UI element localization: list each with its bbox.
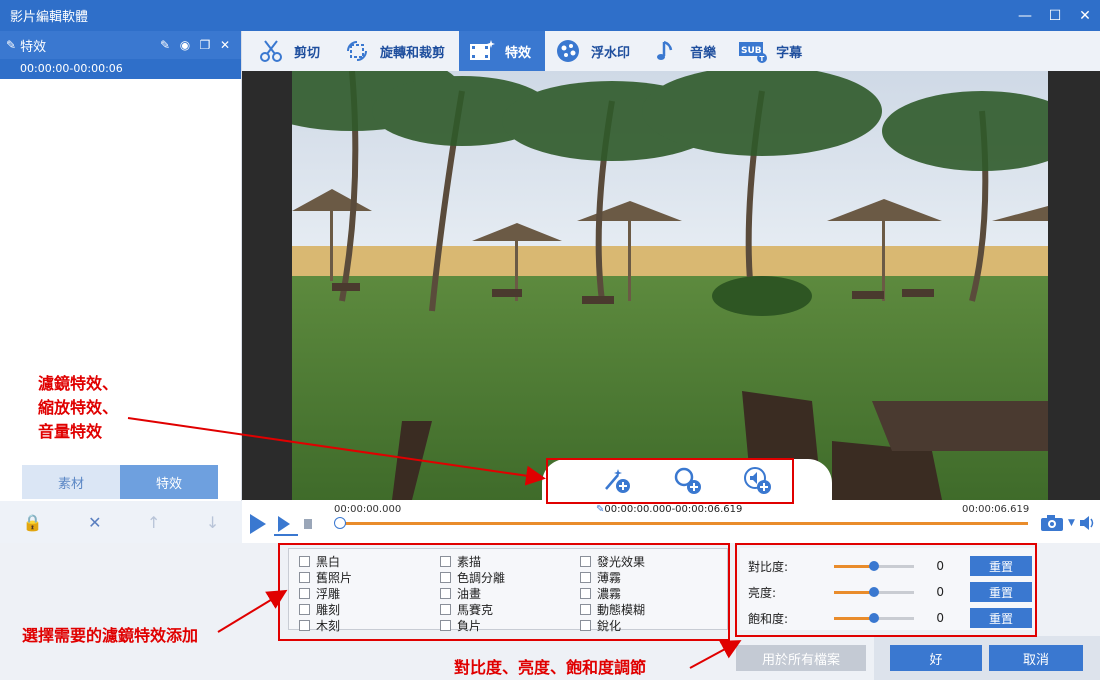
effects-list-header: ✎ 特效 ✎ ◉ ❐ ✕ [0, 31, 241, 59]
tab-bar: 剪切 旋轉和裁剪 特效 浮水印 音樂 SUB T 字幕 [242, 31, 1100, 71]
lock-icon[interactable]: 🔒 [23, 513, 43, 532]
filters-annotation: 選擇需要的濾鏡特效添加 [22, 626, 199, 645]
move-down-icon[interactable]: ↓ [206, 513, 219, 532]
tab-music[interactable]: 音樂 [644, 31, 730, 71]
cancel-button[interactable]: 取消 [989, 645, 1083, 671]
timeline-range[interactable]: ✎00:00:00.000-00:00:06.619 [596, 504, 742, 515]
stop-icon [304, 519, 312, 529]
magic-wand-icon: ✎ [6, 38, 17, 52]
ok-button[interactable]: 好 [890, 645, 982, 671]
video-frame [292, 71, 1048, 500]
rotate-crop-icon [342, 36, 372, 66]
tab-cut[interactable]: 剪切 [248, 31, 334, 71]
effects-list-title: 特效 [20, 39, 47, 55]
edit-icon[interactable]: ✎ [155, 38, 175, 52]
effects-annotation-line1: 濾鏡特效、 [38, 374, 119, 393]
timeline-progress-bar[interactable] [338, 522, 1028, 525]
tab-effects-top[interactable]: 特效 [459, 31, 546, 71]
camera-icon[interactable] [1040, 514, 1064, 532]
subtitle-icon: SUB T [738, 36, 768, 66]
tab-material[interactable]: 素材 [22, 465, 120, 499]
snapshot-volume-controls: ▼ [1040, 514, 1097, 532]
camera-dropdown-icon[interactable]: ▼ [1068, 518, 1075, 528]
tab-watermark-label: 浮水印 [591, 45, 631, 61]
effects-annotation-line2: 縮放特效、 [38, 398, 119, 417]
eye-icon[interactable]: ◉ [175, 38, 195, 52]
playback-controls [250, 514, 312, 536]
remove-icon[interactable]: ✕ [88, 513, 101, 532]
left-toolbar: 🔒 ✕ ↑ ↓ [0, 501, 242, 543]
delete-icon[interactable]: ✕ [215, 38, 235, 52]
effects-icon [467, 36, 497, 66]
effects-highlight-box [546, 458, 794, 504]
maximize-icon[interactable]: ☐ [1040, 0, 1070, 31]
tab-watermark[interactable]: 浮水印 [545, 31, 644, 71]
adjust-highlight-box [735, 543, 1037, 637]
video-preview-area [242, 71, 1100, 501]
adjust-annotation: 對比度、亮度、飽和度調節 [454, 658, 647, 677]
timeline-end: 00:00:06.619 [962, 504, 1030, 515]
effects-annotation: 濾鏡特效、 縮放特效、 音量特效 [38, 372, 118, 444]
tab-effects[interactable]: 特效 [120, 465, 218, 499]
apply-to-all-button[interactable]: 用於所有檔案 [736, 645, 866, 671]
close-icon[interactable]: ✕ [1070, 0, 1100, 31]
tab-subtitle[interactable]: SUB T 字幕 [730, 31, 816, 71]
move-up-icon[interactable]: ↑ [147, 513, 160, 532]
effect-item[interactable]: 00:00:00-00:00:06 [0, 59, 241, 79]
watermark-icon [553, 36, 583, 66]
play-selection-icon [278, 516, 290, 532]
copy-icon[interactable]: ❐ [195, 38, 215, 52]
minimize-icon[interactable]: — [1010, 0, 1040, 31]
window-title: 影片編輯軟體 [10, 10, 89, 25]
volume-icon[interactable] [1079, 515, 1097, 531]
tab-subtitle-label: 字幕 [776, 45, 803, 61]
filters-highlight-box [278, 543, 730, 641]
effects-annotation-line3: 音量特效 [38, 422, 103, 441]
tab-effects-label: 特效 [505, 45, 532, 61]
play-icon [250, 514, 266, 534]
left-tabs: 素材 特效 [22, 465, 218, 499]
svg-text:T: T [760, 55, 765, 63]
title-bar: 影片編輯軟體 — ☐ ✕ [0, 0, 1100, 31]
timeline-handle[interactable] [334, 517, 346, 529]
tab-music-label: 音樂 [690, 45, 717, 61]
left-panel: ✎ 特效 ✎ ◉ ❐ ✕ 00:00:00-00:00:06 素材 特效 🔒 ✕… [0, 31, 242, 543]
tab-rotate-crop[interactable]: 旋轉和裁剪 [334, 31, 459, 71]
tab-cut-label: 剪切 [294, 45, 321, 61]
music-note-icon [652, 36, 682, 66]
tab-rotate-crop-label: 旋轉和裁剪 [380, 45, 446, 61]
timeline-range-text: 00:00:00.000-00:00:06.619 [604, 504, 743, 515]
timeline-start: 00:00:00.000 [334, 504, 402, 515]
cut-icon [256, 36, 286, 66]
timeline: 00:00:00.000 ✎00:00:00.000-00:00:06.619 … [242, 500, 1100, 543]
